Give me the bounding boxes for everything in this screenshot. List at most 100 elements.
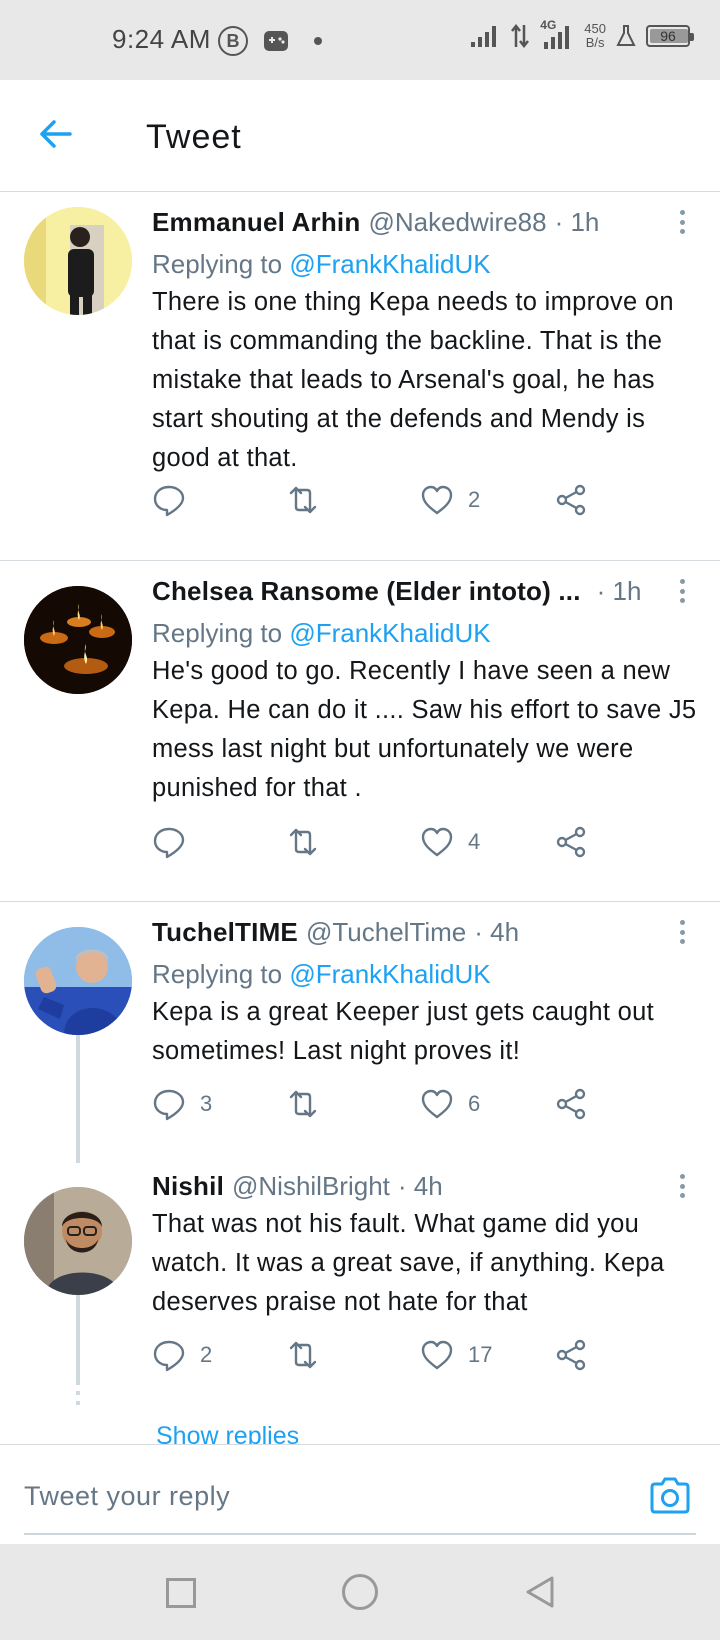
thread-line — [76, 1295, 80, 1385]
tweet-timestamp: · 4h — [474, 917, 520, 947]
reply-icon — [153, 485, 185, 517]
reply-input-underline — [24, 1533, 696, 1535]
reply-button[interactable]: 2 — [152, 1335, 212, 1375]
tweet-item[interactable]: Emmanuel Arhin @Nakedwire88 · 1h Replyin… — [0, 193, 720, 561]
notification-dot-icon — [314, 37, 322, 45]
replying-to-link[interactable]: @FrankKhalidUK — [289, 959, 490, 989]
more-options-icon[interactable] — [672, 1171, 692, 1201]
avatar[interactable] — [24, 927, 132, 1035]
thread-line — [76, 1035, 80, 1163]
heart-icon — [421, 485, 453, 515]
system-back-icon[interactable] — [522, 1574, 558, 1610]
tweet-author-name[interactable]: Chelsea Ransome (Elder intoto) ... — [152, 576, 581, 607]
avatar[interactable] — [24, 586, 132, 694]
tweet-author-handle[interactable]: @NishilBright — [232, 1171, 390, 1202]
retweet-icon — [289, 1090, 317, 1118]
like-button[interactable]: 17 — [420, 1335, 492, 1375]
thread-dots — [76, 1401, 80, 1405]
show-replies-link[interactable]: Show replies — [156, 1422, 299, 1444]
tweet-item[interactable]: TuchelTIME @TuchelTime · 4h Replying to … — [0, 903, 720, 1163]
like-count: 2 — [468, 487, 481, 512]
status-notification-icons: B — [218, 26, 322, 56]
share-icon — [556, 1088, 586, 1120]
avatar[interactable] — [24, 207, 132, 315]
replying-to-link[interactable]: @FrankKhalidUK — [289, 618, 490, 648]
share-button[interactable] — [554, 1335, 588, 1375]
net-speed: 450 B/s — [584, 22, 606, 50]
share-icon — [556, 484, 586, 516]
status-time: 9:24 AM — [112, 24, 211, 54]
retweet-icon — [289, 828, 317, 856]
camera-icon[interactable] — [648, 1473, 692, 1517]
replying-prefix: Replying to — [152, 249, 283, 279]
reply-button[interactable]: 3 — [152, 1084, 212, 1124]
tweet-author-handle[interactable]: @Nakedwire88 — [368, 207, 546, 238]
tweet-text: He's good to go. Recently I have seen a … — [152, 657, 697, 802]
avatar-photo — [24, 927, 132, 1035]
reply-count: 3 — [200, 1091, 213, 1116]
reply-count: 2 — [200, 1342, 213, 1367]
tweet-actions: 2 — [152, 480, 612, 520]
tweet-text: There is one thing Kepa needs to improve… — [152, 288, 674, 472]
signal-icon — [471, 26, 497, 47]
reply-icon — [153, 1089, 185, 1121]
tweet-timestamp: · 4h — [397, 1171, 443, 1201]
share-button[interactable] — [554, 480, 588, 520]
replying-to: Replying to @FrankKhalidUK — [152, 249, 491, 280]
tweet-header: TuchelTIME @TuchelTime · 4h — [152, 917, 650, 948]
retweet-button[interactable] — [286, 822, 334, 862]
heart-icon — [421, 827, 453, 857]
like-button[interactable]: 4 — [420, 822, 480, 862]
b-app-icon: B — [218, 26, 248, 56]
replying-to: Replying to @FrankKhalidUK — [152, 959, 491, 990]
tweet-timestamp: · 1h — [596, 576, 642, 606]
avatar[interactable] — [24, 1187, 132, 1295]
like-count: 6 — [468, 1091, 481, 1116]
page-title: Tweet — [146, 118, 242, 156]
retweet-button[interactable] — [286, 480, 334, 520]
share-button[interactable] — [554, 822, 588, 862]
status-bar: 9:24 AM B 4G 450 B/s 96 — [0, 0, 720, 80]
reply-button[interactable] — [152, 822, 200, 862]
replying-to-link[interactable]: @FrankKhalidUK — [289, 249, 490, 279]
avatar-photo — [24, 1187, 132, 1295]
tweet-item[interactable]: Nishil @NishilBright · 4h That was not h… — [0, 1163, 720, 1418]
retweet-icon — [289, 486, 317, 514]
back-arrow-icon[interactable] — [36, 114, 76, 154]
tweet-text: Kepa is a great Keeper just gets caught … — [152, 998, 654, 1065]
reply-button[interactable] — [152, 480, 200, 520]
more-options-icon[interactable] — [672, 207, 692, 237]
like-button[interactable]: 6 — [420, 1084, 480, 1124]
replying-prefix: Replying to — [152, 618, 283, 648]
tweet-timestamp: · 1h — [554, 207, 600, 237]
replying-prefix: Replying to — [152, 959, 283, 989]
more-options-icon[interactable] — [672, 917, 692, 947]
net-speed-unit: B/s — [585, 35, 605, 50]
signal-4g-icon — [544, 26, 570, 49]
tweet-author-handle[interactable]: @TuchelTime — [306, 917, 466, 948]
share-button[interactable] — [554, 1084, 588, 1124]
flask-icon — [616, 25, 636, 46]
reply-input[interactable]: Tweet your reply — [24, 1481, 230, 1512]
tweet-author-name[interactable]: TuchelTIME — [152, 917, 298, 948]
tweet-actions: 4 — [152, 822, 612, 862]
thread-dots — [76, 1391, 80, 1395]
tweet-text: That was not his fault. What game did yo… — [152, 1210, 665, 1316]
tweet-header: Emmanuel Arhin @Nakedwire88 · 1h — [152, 207, 650, 238]
like-count: 4 — [468, 829, 481, 854]
recent-apps-icon[interactable] — [166, 1578, 196, 1608]
more-options-icon[interactable] — [672, 576, 692, 606]
tweet-actions: 2 17 — [152, 1335, 612, 1375]
tweet-author-name[interactable]: Nishil — [152, 1171, 224, 1202]
data-transfer-icon — [511, 23, 530, 49]
system-nav-bar — [0, 1544, 720, 1640]
retweet-button[interactable] — [286, 1084, 334, 1124]
retweet-button[interactable] — [286, 1335, 334, 1375]
home-icon[interactable] — [342, 1574, 378, 1610]
retweet-icon — [289, 1341, 317, 1369]
heart-icon — [421, 1089, 453, 1119]
like-button[interactable]: 2 — [420, 480, 480, 520]
tweet-author-name[interactable]: Emmanuel Arhin — [152, 207, 360, 238]
tweet-item[interactable]: Chelsea Ransome (Elder intoto) ... · 1h … — [0, 562, 720, 902]
app-header: Tweet — [0, 80, 720, 192]
